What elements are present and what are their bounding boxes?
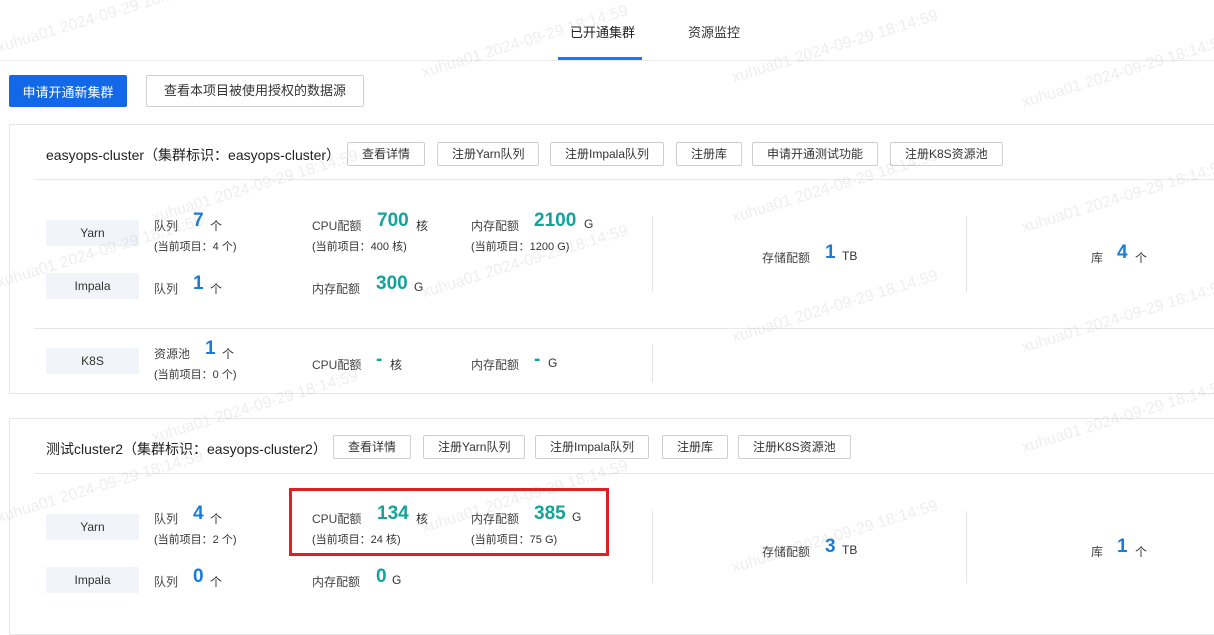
yarn-queue-value: 4 <box>193 503 204 524</box>
tab-bar: 已开通集群 资源监控 <box>0 0 1214 61</box>
column-divider <box>966 216 967 292</box>
yarn-tag: Yarn <box>46 220 139 246</box>
cluster-title: 测试cluster2（集群标识：easyops-cluster2） <box>46 441 327 457</box>
yarn-queue-current: (当前项目：2 个) <box>154 534 237 546</box>
impala-tag: Impala <box>46 567 139 593</box>
column-divider <box>966 511 967 583</box>
k8s-cpu-unit: 核 <box>390 358 403 372</box>
db-value: 1 <box>1117 536 1128 557</box>
impala-queue-unit: 个 <box>210 575 223 589</box>
tab-opened-clusters[interactable]: 已开通集群 <box>570 22 635 41</box>
yarn-cpu-label: CPU配额 <box>312 219 362 233</box>
yarn-mem-label: 内存配额 <box>471 219 520 233</box>
apply-test-feature-button[interactable]: 申请开通测试功能 <box>752 142 879 166</box>
impala-queue-value: 1 <box>193 273 204 294</box>
k8s-pool-current: (当前项目：0 个) <box>154 369 237 381</box>
yarn-tag: Yarn <box>46 514 139 540</box>
yarn-queue-unit: 个 <box>210 219 223 233</box>
register-database-button[interactable]: 注册库 <box>662 435 729 459</box>
tabs-divider <box>0 60 1214 61</box>
storage-unit: TB <box>842 543 858 557</box>
register-k8s-pool-button[interactable]: 注册K8S资源池 <box>890 142 1003 166</box>
view-details-button[interactable]: 查看详情 <box>333 435 412 459</box>
impala-queue-unit: 个 <box>210 282 223 296</box>
storage-value: 1 <box>825 242 836 263</box>
register-impala-queue-button[interactable]: 注册Impala队列 <box>550 142 665 166</box>
impala-mem-unit: G <box>392 573 402 587</box>
db-unit: 个 <box>1135 251 1148 265</box>
yarn-mem-value: 2100 <box>534 210 577 231</box>
tab-resource-monitor[interactable]: 资源监控 <box>688 22 740 41</box>
storage-value: 3 <box>825 536 836 557</box>
view-details-button[interactable]: 查看详情 <box>347 142 426 166</box>
impala-queue-label: 队列 <box>154 575 179 589</box>
impala-mem-unit: G <box>414 280 424 294</box>
impala-mem-value: 0 <box>376 566 387 587</box>
highlight-annotation-box <box>289 488 609 556</box>
header-divider <box>34 179 1214 180</box>
k8s-cpu-value: - <box>376 349 383 370</box>
k8s-pool-unit: 个 <box>222 347 235 361</box>
k8s-mem-unit: G <box>548 356 558 370</box>
yarn-mem-unit: G <box>584 217 594 231</box>
k8s-mem-value: - <box>534 349 541 370</box>
register-yarn-queue-button[interactable]: 注册Yarn队列 <box>423 435 526 459</box>
impala-queue-value: 0 <box>193 566 204 587</box>
impala-mem-label: 内存配额 <box>312 282 361 296</box>
yarn-cpu-unit: 核 <box>416 219 429 233</box>
impala-mem-value: 300 <box>376 273 408 294</box>
section-divider <box>34 328 1214 329</box>
k8s-cpu-label: CPU配额 <box>312 358 362 372</box>
yarn-cpu-current: (当前项目：400 核) <box>312 241 407 253</box>
apply-new-cluster-button[interactable]: 申请开通新集群 <box>9 75 127 107</box>
yarn-queue-current: (当前项目：4 个) <box>154 241 237 253</box>
db-unit: 个 <box>1135 545 1148 559</box>
register-k8s-pool-button[interactable]: 注册K8S资源池 <box>738 435 851 459</box>
cluster-title: easyops-cluster（集群标识：easyops-cluster） <box>46 147 341 163</box>
header-divider <box>34 473 1214 474</box>
column-divider <box>652 344 653 382</box>
storage-unit: TB <box>842 249 858 263</box>
yarn-queue-label: 队列 <box>154 219 179 233</box>
column-divider <box>652 216 653 292</box>
impala-mem-label: 内存配额 <box>312 575 361 589</box>
yarn-queue-label: 队列 <box>154 512 179 526</box>
impala-queue-label: 队列 <box>154 282 179 296</box>
register-impala-queue-button[interactable]: 注册Impala队列 <box>535 435 650 459</box>
register-database-button[interactable]: 注册库 <box>676 142 743 166</box>
yarn-queue-value: 7 <box>193 210 204 231</box>
db-label: 库 <box>1091 545 1104 559</box>
yarn-mem-current: (当前项目：1200 G) <box>471 241 570 253</box>
k8s-pool-value: 1 <box>205 338 216 359</box>
column-divider <box>652 511 653 583</box>
k8s-mem-label: 内存配额 <box>471 358 520 372</box>
view-authorized-sources-button[interactable]: 查看本项目被使用授权的数据源 <box>146 75 365 107</box>
storage-label: 存储配额 <box>762 251 811 265</box>
db-value: 4 <box>1117 242 1128 263</box>
yarn-queue-unit: 个 <box>210 512 223 526</box>
db-label: 库 <box>1091 251 1104 265</box>
yarn-cpu-value: 700 <box>377 210 409 231</box>
impala-tag: Impala <box>46 273 139 299</box>
k8s-pool-label: 资源池 <box>154 347 191 361</box>
k8s-tag: K8S <box>46 348 139 374</box>
storage-label: 存储配额 <box>762 545 811 559</box>
register-yarn-queue-button[interactable]: 注册Yarn队列 <box>437 142 540 166</box>
